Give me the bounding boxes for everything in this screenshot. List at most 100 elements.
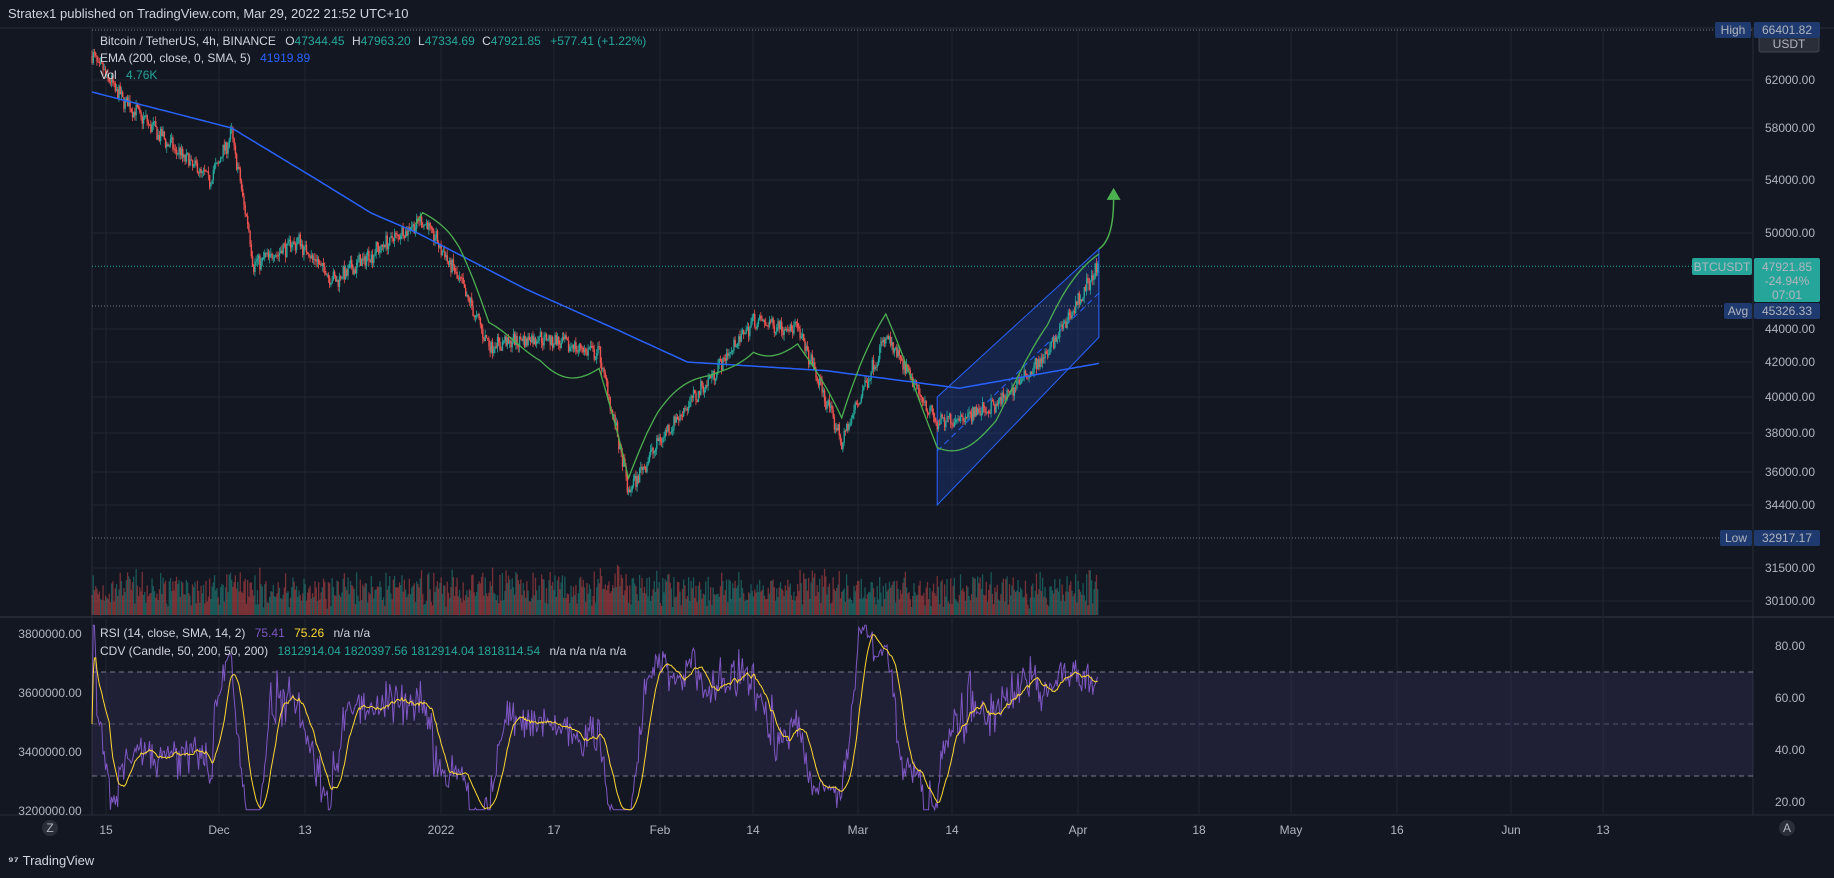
candle-body (297, 237, 299, 244)
volume-bar (571, 597, 573, 615)
cdv-axis[interactable]: 3800000.003600000.003400000.003200000.00 (18, 627, 82, 818)
volume-bar (970, 593, 973, 615)
candle-body (254, 261, 256, 272)
volume-bar (441, 593, 444, 615)
candle-body (462, 277, 464, 284)
volume-bar (1045, 597, 1047, 615)
candle-body (123, 97, 125, 109)
candle-body (425, 222, 428, 225)
volume-bar (431, 605, 434, 615)
volume-bar (376, 586, 379, 615)
volume-bar (724, 589, 726, 615)
candle-body (435, 230, 438, 239)
volume-bar (332, 587, 335, 615)
candle-body (381, 244, 384, 247)
volume-bar (597, 578, 599, 615)
candle-body (793, 324, 795, 334)
volume-bar (839, 598, 842, 615)
candle-body (632, 478, 635, 486)
volume-bar (282, 594, 284, 615)
candle-body (538, 336, 540, 341)
candle-body (146, 115, 148, 123)
candle-body (789, 324, 792, 332)
volume-bar (1046, 604, 1049, 615)
volume-bar (1012, 577, 1014, 615)
legend-ema-value: 41919.89 (260, 51, 310, 65)
volume-bar (959, 574, 962, 615)
candle-body (736, 343, 739, 346)
price-axis[interactable]: 62000.0058000.0054000.0050000.0044000.00… (1765, 73, 1815, 608)
volume-bar (502, 600, 505, 615)
volume-bar (774, 600, 777, 615)
volume-bar (646, 578, 648, 615)
candle-body (1049, 347, 1051, 354)
candle-body (473, 315, 475, 318)
volume-bar (1003, 601, 1006, 615)
candle-body (587, 348, 589, 356)
volume-bar (564, 576, 566, 615)
volume-bar (91, 595, 93, 615)
volume-bar (1005, 579, 1007, 615)
chart-svg[interactable]: 62000.0058000.0054000.0050000.0044000.00… (0, 0, 1834, 878)
candle-body (721, 360, 723, 371)
legend-o: 47344.45 (295, 34, 345, 48)
candle-body (174, 149, 177, 151)
volume-bar (635, 586, 637, 615)
volume-bar (988, 589, 990, 615)
volume-bar (586, 583, 588, 615)
volume-bar (898, 599, 900, 615)
candle-body (943, 417, 946, 428)
candle-body (882, 339, 885, 343)
candle-body (1039, 358, 1041, 368)
volume-bar (767, 587, 769, 615)
candle-body (581, 347, 583, 349)
candle-body (124, 100, 126, 109)
volume-bar (512, 587, 515, 615)
candle-body (1083, 286, 1085, 298)
candle-body (289, 239, 292, 248)
volume-bar (173, 590, 175, 615)
candle-body (96, 55, 98, 62)
volume-bar (947, 601, 949, 615)
candle-body (680, 414, 682, 416)
candle-body (335, 275, 337, 282)
candle-body (163, 131, 166, 139)
candle-body (765, 322, 767, 326)
volume-bar (151, 578, 153, 615)
volume-bar (667, 574, 669, 615)
candle-body (348, 264, 351, 269)
volume-bar (126, 572, 129, 615)
legend-main-row: Bitcoin / TetherUS, 4h, BINANCE O47344.4… (100, 34, 646, 48)
volume-bar (747, 592, 750, 615)
volume-bar (620, 574, 622, 615)
candle-body (771, 318, 773, 322)
candle-body (547, 339, 549, 341)
projection-arrow[interactable] (1098, 199, 1115, 250)
candle-body (974, 406, 976, 417)
volume-bar (893, 580, 896, 615)
candle-body (310, 255, 313, 258)
volume-bar (270, 591, 272, 615)
rsi-axis[interactable]: 80.0060.0040.0020.00 (1775, 639, 1805, 809)
volume-bar (435, 586, 437, 615)
candle-body (349, 260, 352, 265)
candle-body (762, 320, 765, 322)
candle-body (894, 347, 897, 349)
volume-bar (438, 588, 440, 615)
volume-bar (409, 594, 412, 615)
volume-bar (276, 593, 278, 615)
legend-vol-row: Vol 4.76K (100, 68, 157, 82)
candle-body (487, 338, 489, 340)
volume-bar (793, 591, 795, 615)
volume-bar (1024, 580, 1027, 615)
volume-bar (1000, 594, 1002, 615)
volume-bar (436, 581, 439, 615)
volume-bar (217, 597, 219, 615)
volume-bar (335, 596, 337, 615)
volume-bar (907, 593, 909, 615)
candle-body (555, 335, 558, 345)
candle-body (1003, 396, 1006, 398)
volume-bar (374, 589, 376, 615)
time-axis[interactable]: 15 Dec 13 2022 17 Feb 14 Mar 14 Apr 18 May 16 Jun 13 (99, 823, 1610, 837)
volume-bar (156, 593, 158, 615)
